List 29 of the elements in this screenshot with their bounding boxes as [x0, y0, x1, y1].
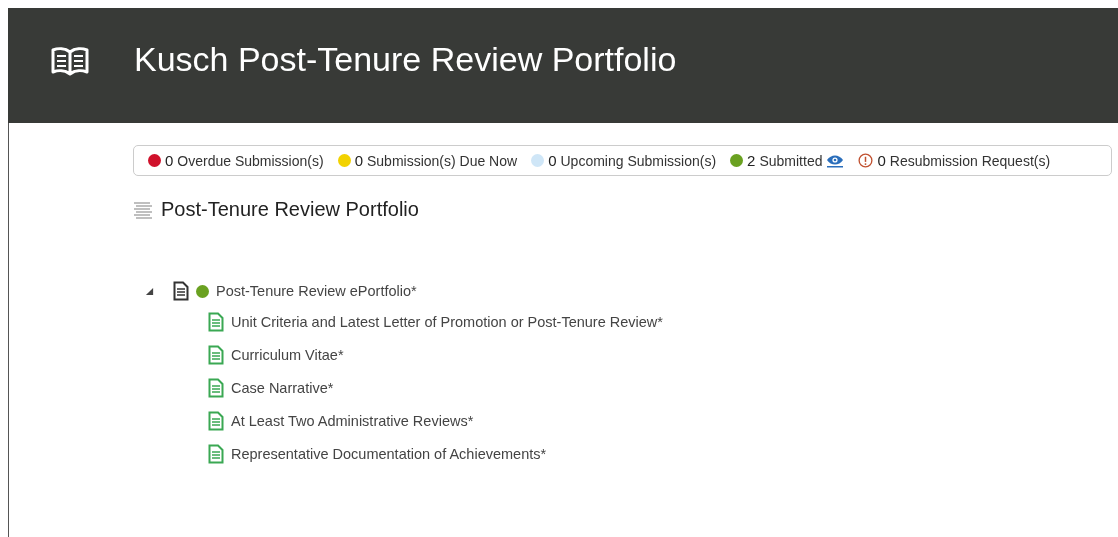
alert-icon — [858, 153, 874, 168]
tree-item[interactable]: At Least Two Administrative Reviews* — [231, 412, 474, 429]
status-label: Submission(s) Due Now — [366, 152, 518, 169]
status-label: Resubmission Request(s) — [889, 152, 1051, 169]
tree-item[interactable]: Representative Documentation of Achievements* — [231, 445, 547, 462]
expand-caret-icon[interactable] — [145, 286, 154, 296]
book-icon — [50, 45, 90, 76]
document-icon — [208, 377, 224, 398]
tree-item[interactable]: Curriculum Vitae* — [231, 346, 344, 363]
list-icon — [133, 200, 153, 219]
status-count: 0 — [877, 152, 886, 169]
document-icon — [208, 443, 224, 464]
tree-item[interactable]: Case Narrative* — [231, 379, 334, 396]
status-count: 0 — [354, 152, 363, 169]
view-icon[interactable] — [826, 153, 845, 168]
tree-item[interactable]: Unit Criteria and Latest Letter of Promotion or Post-Tenure Review* — [231, 313, 663, 330]
status-count: 0 — [165, 152, 174, 169]
document-icon — [208, 344, 224, 365]
status-label: Submitted — [759, 152, 823, 169]
tree-item[interactable]: Post-Tenure Review ePortfolio* — [216, 283, 417, 299]
document-icon — [173, 281, 189, 301]
status-label: Upcoming Submission(s) — [560, 152, 717, 169]
status-label: Overdue Submission(s) — [177, 152, 324, 169]
section-title: Post-Tenure Review Portfolio — [161, 198, 419, 221]
document-icon — [208, 410, 224, 431]
page-title: Kusch Post-Tenure Review Portfolio — [134, 40, 677, 79]
document-icon — [208, 311, 224, 332]
status-count: 0 — [548, 152, 557, 169]
status-count: 2 — [747, 152, 756, 169]
